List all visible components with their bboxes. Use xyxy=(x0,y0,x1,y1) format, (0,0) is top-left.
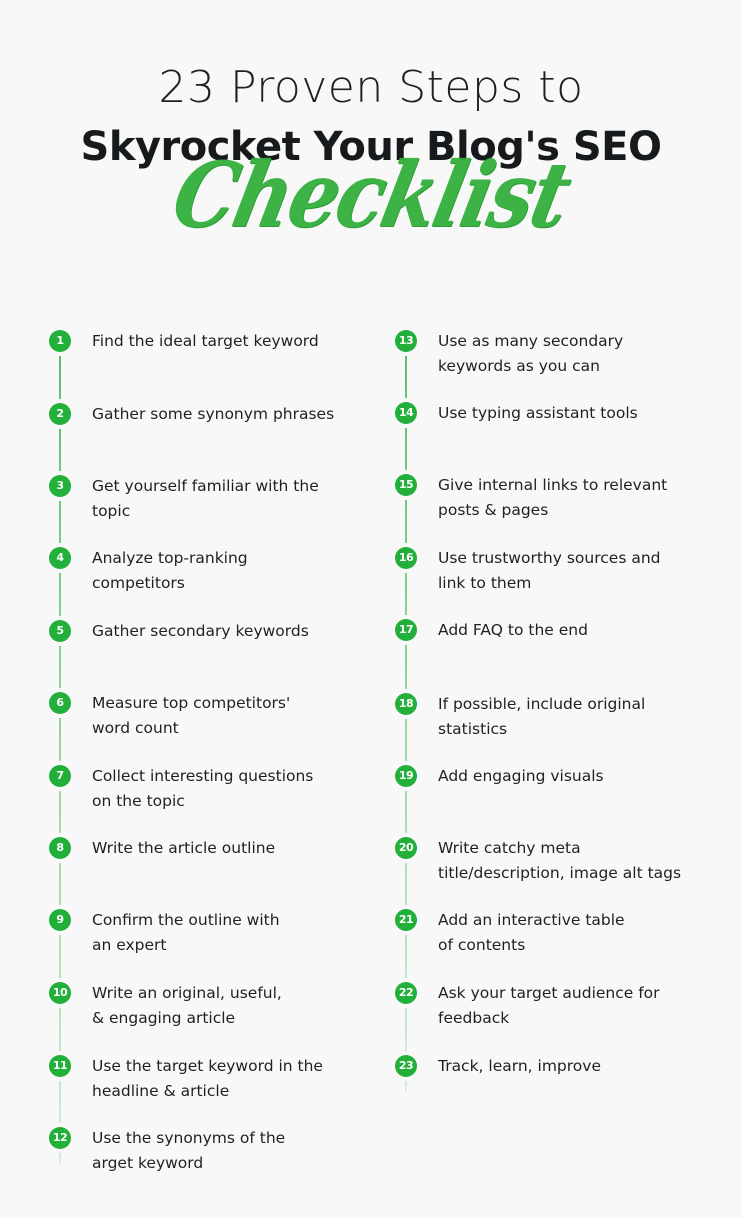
step-connector xyxy=(405,935,407,978)
step-text: Write the article outline xyxy=(92,839,276,857)
step-text: competitors xyxy=(92,574,185,592)
step-text: word count xyxy=(92,719,179,737)
step-connector xyxy=(405,573,407,615)
step-number-badge: 1 xyxy=(49,330,71,352)
step-text: Track, learn, improve xyxy=(438,1057,601,1075)
step-text: & engaging article xyxy=(92,1009,236,1027)
step-number-badge: 8 xyxy=(49,837,71,859)
step-connector xyxy=(405,428,407,470)
step-text: Gather some synonym phrases xyxy=(92,405,335,423)
step-connector xyxy=(405,1008,407,1051)
step-connector xyxy=(59,1081,61,1123)
title-script-checklist: Checklist xyxy=(164,143,578,248)
step-number-badge: 23 xyxy=(395,1055,417,1077)
step-text: arget keyword xyxy=(92,1154,204,1172)
step-text: Add an interactive table xyxy=(438,911,625,929)
step-text: Use typing assistant tools xyxy=(438,404,638,422)
step-number-badge: 9 xyxy=(49,909,71,931)
step-text: Collect interesting questions xyxy=(92,767,314,785)
step-text: posts & pages xyxy=(438,501,549,519)
step-number-badge: 22 xyxy=(395,982,417,1004)
step-text: of contents xyxy=(438,936,526,954)
step-text: Use the synonyms of the xyxy=(92,1129,286,1147)
step-connector xyxy=(59,429,61,471)
step-number-badge: 14 xyxy=(395,402,417,424)
step-connector xyxy=(405,500,407,543)
step-text: keywords as you can xyxy=(438,357,600,375)
step-number-badge: 15 xyxy=(395,474,417,496)
step-text: statistics xyxy=(438,720,508,738)
step-connector xyxy=(59,573,61,616)
step-connector xyxy=(59,935,61,978)
step-number-badge: 5 xyxy=(49,620,71,642)
step-number-badge: 10 xyxy=(49,982,71,1004)
step-number-badge: 7 xyxy=(49,765,71,787)
step-number-badge: 2 xyxy=(49,403,71,425)
step-connector xyxy=(59,1153,61,1164)
step-number-badge: 18 xyxy=(395,693,417,715)
step-connector xyxy=(59,863,61,905)
step-text: Analyze top-ranking xyxy=(92,549,248,567)
step-number-badge: 19 xyxy=(395,765,417,787)
step-number-badge: 20 xyxy=(395,837,417,859)
step-text: headline & article xyxy=(92,1082,230,1100)
step-number-badge: 21 xyxy=(395,909,417,931)
step-text: Write an original, useful, xyxy=(92,984,282,1002)
step-text: Ask your target audience for xyxy=(438,984,660,1002)
step-connector xyxy=(59,791,61,833)
step-text: Measure top competitors' xyxy=(92,694,291,712)
step-connector xyxy=(405,1081,407,1091)
step-text: If possible, include original xyxy=(438,695,646,713)
step-connector xyxy=(59,718,61,761)
step-text: an expert xyxy=(92,936,167,954)
step-number-badge: 6 xyxy=(49,692,71,714)
header: 23 Proven Steps to Skyrocket Your Blog's… xyxy=(0,0,742,300)
step-text: on the topic xyxy=(92,792,185,810)
step-text: Add engaging visuals xyxy=(438,767,604,785)
step-text: feedback xyxy=(438,1009,510,1027)
step-text: Get yourself familiar with the xyxy=(92,477,319,495)
step-text: Give internal links to relevant xyxy=(438,476,668,494)
step-number-badge: 17 xyxy=(395,619,417,641)
step-text: link to them xyxy=(438,574,532,592)
step-text: Confirm the outline with xyxy=(92,911,280,929)
step-text: Add FAQ to the end xyxy=(438,621,588,639)
step-connector xyxy=(405,356,407,398)
step-text: title/description, image alt tags xyxy=(438,864,682,882)
step-text: Find the ideal target keyword xyxy=(92,332,319,350)
title-subheading: 23 Proven Steps to xyxy=(158,62,584,113)
step-connector xyxy=(405,719,407,761)
step-number-badge: 11 xyxy=(49,1055,71,1077)
step-number-badge: 4 xyxy=(49,547,71,569)
step-text: Use trustworthy sources and xyxy=(438,549,661,567)
step-connector xyxy=(59,646,61,688)
step-text: Use as many secondary xyxy=(438,332,624,350)
step-number-badge: 13 xyxy=(395,330,417,352)
step-text: Write catchy meta xyxy=(438,839,581,857)
step-connector xyxy=(59,356,61,399)
step-connector xyxy=(405,791,407,833)
step-connector xyxy=(405,863,407,905)
step-connector xyxy=(59,1008,61,1051)
step-text: Use the target keyword in the xyxy=(92,1057,323,1075)
step-connector xyxy=(405,645,407,689)
step-number-badge: 3 xyxy=(49,475,71,497)
step-text: Gather secondary keywords xyxy=(92,622,309,640)
step-text: topic xyxy=(92,502,131,520)
step-number-badge: 16 xyxy=(395,547,417,569)
step-connector xyxy=(59,501,61,543)
step-number-badge: 12 xyxy=(49,1127,71,1149)
